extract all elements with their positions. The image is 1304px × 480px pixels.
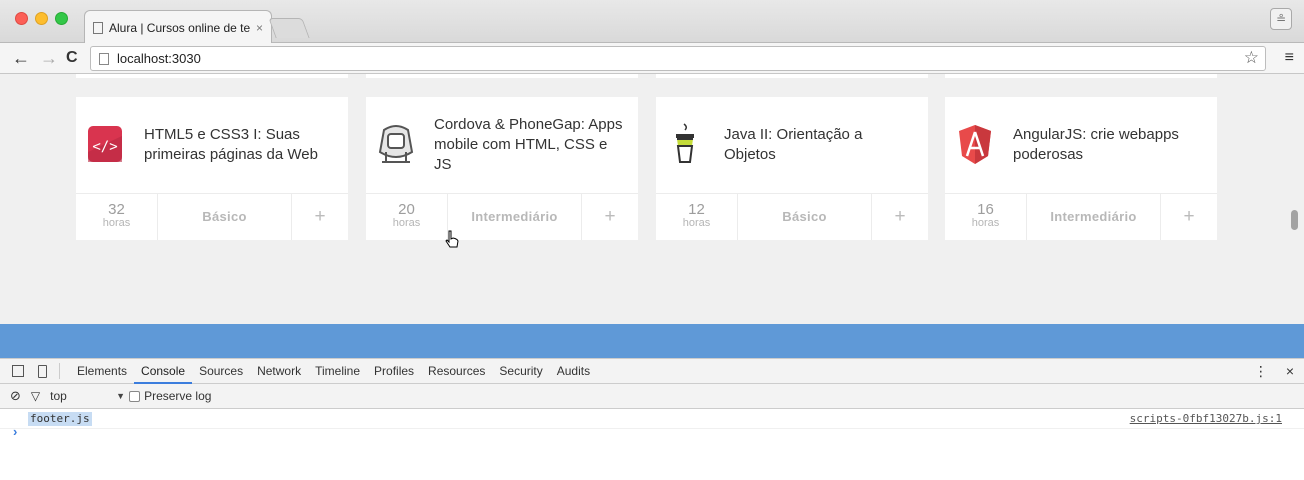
card-edge [366, 74, 638, 78]
course-hours: 32 [108, 201, 125, 218]
tab-resources[interactable]: Resources [421, 359, 492, 384]
card-edge [945, 74, 1217, 78]
course-card[interactable]: Java II: Orientação a Objetos 12 horas B… [656, 97, 928, 240]
reload-button[interactable]: C [66, 47, 78, 69]
tab-title: Alura | Cursos online de te [109, 20, 251, 35]
course-hours: 16 [977, 201, 994, 218]
back-button[interactable]: ← [12, 47, 30, 69]
bookmark-star-icon[interactable]: ☆ [1244, 48, 1259, 68]
course-level: Básico [158, 194, 292, 240]
tab-network[interactable]: Network [250, 359, 308, 384]
hand-cursor-icon [445, 230, 459, 248]
browser-titlebar: Alura | Cursos online de te × ≗ [0, 0, 1304, 44]
maximize-window-button[interactable] [55, 12, 68, 25]
clear-console-icon[interactable]: ⊘ [10, 388, 21, 404]
course-hours: 12 [688, 201, 705, 218]
console-log-text: footer.js [28, 412, 92, 426]
course-title[interactable]: HTML5 e CSS3 I: Suas primeiras páginas d… [144, 125, 334, 165]
new-tab-button[interactable] [268, 18, 310, 38]
divider [59, 363, 60, 379]
angular-shield-icon [959, 125, 991, 164]
tab-audits[interactable]: Audits [550, 359, 597, 384]
browser-toolbar: ← → C localhost:3030 ☆ ≡ [0, 43, 1304, 74]
add-course-button[interactable]: + [1161, 194, 1217, 240]
close-window-button[interactable] [15, 12, 28, 25]
hours-unit: horas [102, 217, 131, 229]
preserve-log-label: Preserve log [144, 389, 212, 403]
minimize-window-button[interactable] [35, 12, 48, 25]
devtools-panel: Elements Console Sources Network Timelin… [0, 358, 1304, 480]
add-course-button[interactable]: + [582, 194, 638, 240]
html-code-icon: </> [88, 126, 122, 162]
chevron-down-icon[interactable]: ▼ [116, 391, 125, 401]
page-icon [99, 52, 109, 65]
add-course-button[interactable]: + [292, 194, 348, 240]
course-title[interactable]: Java II: Orientação a Objetos [724, 125, 914, 165]
course-card[interactable]: Cordova & PhoneGap: Apps mobile com HTML… [366, 97, 638, 240]
java-cup-icon [676, 123, 694, 163]
phonegap-robot-icon [378, 125, 414, 163]
profile-icon[interactable]: ≗ [1270, 8, 1292, 30]
console-message: footer.js scripts-0fbf13027b.js:1 [0, 409, 1304, 429]
hours-unit: horas [682, 217, 711, 229]
hours-unit: horas [971, 217, 1000, 229]
card-edge [76, 74, 348, 78]
devtools-tabbar: Elements Console Sources Network Timelin… [0, 359, 1304, 384]
tab-close-icon[interactable]: × [256, 21, 263, 35]
tab-sources[interactable]: Sources [192, 359, 250, 384]
console-prompt[interactable]: › [13, 424, 17, 439]
course-title[interactable]: Cordova & PhoneGap: Apps mobile com HTML… [434, 115, 624, 175]
course-hours: 20 [398, 201, 415, 218]
page-scrollbar[interactable] [1291, 210, 1298, 230]
tab-elements[interactable]: Elements [70, 359, 134, 384]
chrome-menu-button[interactable]: ≡ [1285, 49, 1294, 67]
course-level: Intermediário [448, 194, 582, 240]
more-options-icon[interactable]: ⋮ [1254, 363, 1268, 380]
console-source-link[interactable]: scripts-0fbf13027b.js:1 [1130, 409, 1282, 429]
address-bar[interactable]: localhost:3030 ☆ [90, 46, 1266, 71]
url-text: localhost:3030 [117, 51, 201, 66]
course-level: Básico [738, 194, 872, 240]
hours-unit: horas [392, 217, 421, 229]
tab-profiles[interactable]: Profiles [367, 359, 421, 384]
svg-text:</>: </> [92, 139, 117, 155]
blue-banner [0, 324, 1304, 358]
tab-timeline[interactable]: Timeline [308, 359, 367, 384]
inspect-element-icon[interactable] [12, 365, 24, 377]
tab-security[interactable]: Security [492, 359, 549, 384]
page-icon [93, 21, 103, 34]
course-title[interactable]: AngularJS: crie webapps poderosas [1013, 125, 1203, 165]
preserve-log-checkbox[interactable] [129, 390, 141, 402]
browser-tab[interactable]: Alura | Cursos online de te × [84, 10, 272, 44]
add-course-button[interactable]: + [872, 194, 928, 240]
card-edge [656, 74, 928, 78]
forward-button[interactable]: → [40, 47, 58, 69]
context-selector[interactable]: top [50, 389, 116, 403]
close-devtools-icon[interactable]: × [1286, 363, 1294, 380]
device-mode-icon[interactable] [38, 364, 47, 378]
tab-console[interactable]: Console [134, 359, 193, 384]
console-filterbar: ⊘ ▽ top ▼ Preserve log [0, 384, 1304, 409]
course-level: Intermediário [1027, 194, 1161, 240]
page-viewport: </> HTML5 e CSS3 I: Suas primeiras págin… [0, 74, 1304, 358]
filter-icon[interactable]: ▽ [31, 389, 40, 403]
course-card[interactable]: </> HTML5 e CSS3 I: Suas primeiras págin… [76, 97, 348, 240]
course-card[interactable]: AngularJS: crie webapps poderosas 16 hor… [945, 97, 1217, 240]
